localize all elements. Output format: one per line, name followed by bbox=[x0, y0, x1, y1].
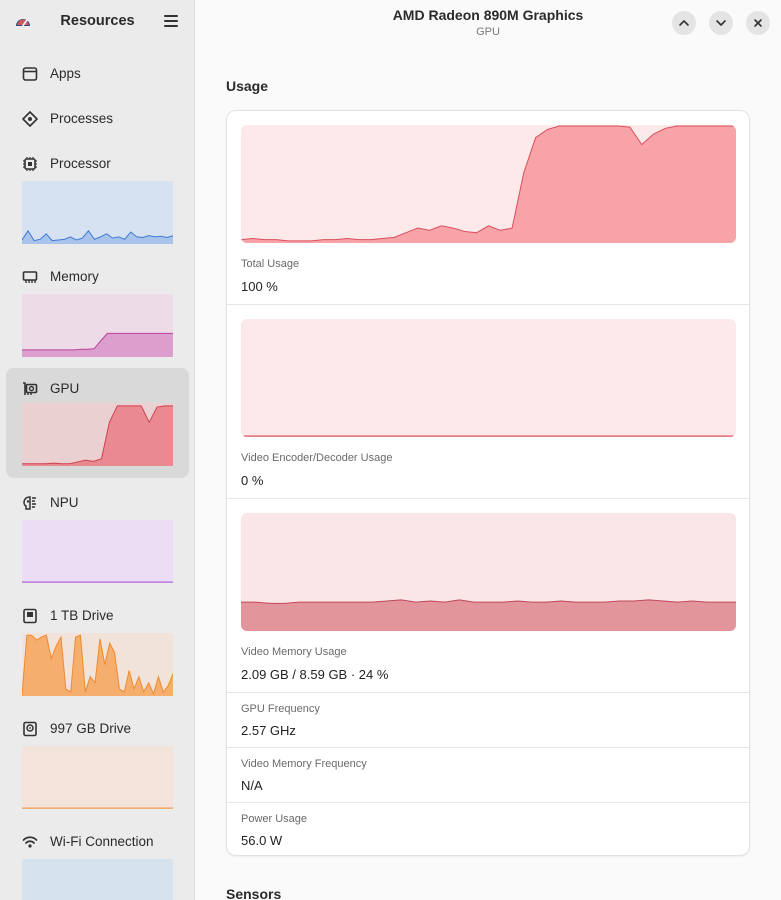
power-usage-label: Power Usage bbox=[241, 813, 308, 825]
sidebar-item-processes[interactable]: Processes bbox=[6, 102, 189, 136]
npu-series-background bbox=[22, 520, 173, 583]
power-usage-value: 56.0 W bbox=[241, 833, 283, 848]
video-memory-series-area bbox=[241, 599, 736, 631]
gpu-frequency-label: GPU Frequency bbox=[241, 703, 320, 715]
usage-section-title: Usage bbox=[226, 78, 269, 94]
total-usage-value: 100 % bbox=[241, 279, 278, 294]
gpu-frequency-row: GPU Frequency 2.57 GHz bbox=[227, 693, 749, 748]
memory-icon bbox=[22, 271, 38, 283]
gpu-frequency-value: 2.57 GHz bbox=[241, 723, 296, 738]
processor-mini-graph bbox=[22, 181, 173, 244]
window-icon bbox=[22, 67, 38, 81]
sidebar-item-memory[interactable]: Memory bbox=[6, 260, 189, 362]
total-usage-graph bbox=[241, 125, 736, 243]
video-memory-label: Video Memory Usage bbox=[241, 646, 347, 658]
sidebar-item-wifi[interactable]: Wi-Fi Connection bbox=[6, 825, 189, 900]
sidebar-item-drive-1tb[interactable]: 1 TB Drive bbox=[6, 599, 189, 701]
sidebar-item-drive-997gb[interactable]: 997 GB Drive bbox=[6, 712, 189, 814]
previous-button[interactable] bbox=[672, 11, 696, 35]
sidebar-item-label: Memory bbox=[50, 269, 99, 284]
gpu-mini-graph bbox=[22, 403, 173, 466]
chevron-down-icon bbox=[716, 20, 726, 26]
drive-icon bbox=[23, 721, 37, 737]
drive-997gb-mini-graph bbox=[22, 746, 173, 809]
drive-997gb-series-background bbox=[22, 746, 173, 809]
power-usage-row: Power Usage 56.0 W bbox=[227, 803, 749, 855]
sidebar-item-processor[interactable]: Processor bbox=[6, 147, 189, 249]
cog-diamond-icon bbox=[22, 111, 38, 127]
close-button[interactable] bbox=[746, 11, 770, 35]
drive-icon bbox=[23, 608, 37, 624]
sidebar-item-gpu[interactable]: GPU bbox=[6, 368, 189, 478]
close-icon bbox=[754, 19, 762, 27]
sidebar-item-label: 1 TB Drive bbox=[50, 608, 114, 623]
total-usage-label: Total Usage bbox=[241, 258, 300, 270]
chevron-up-icon bbox=[679, 20, 689, 26]
wifi-icon bbox=[22, 836, 38, 848]
npu-mini-graph bbox=[22, 520, 173, 583]
video-codec-series-background bbox=[241, 319, 736, 437]
gpu-icon bbox=[23, 382, 38, 395]
total-usage-row: Total Usage 100 % bbox=[227, 111, 749, 305]
video-memory-row: Video Memory Usage 2.09 GB / 8.59 GB · 2… bbox=[227, 499, 749, 693]
usage-card: Total Usage 100 % Video Encoder/Decoder … bbox=[226, 110, 750, 856]
brain-icon bbox=[23, 496, 36, 510]
vram-frequency-value: N/A bbox=[241, 778, 263, 793]
video-codec-label: Video Encoder/Decoder Usage bbox=[241, 452, 393, 464]
chip-icon bbox=[23, 157, 37, 171]
sensors-section-title: Sensors bbox=[226, 886, 282, 900]
video-codec-value: 0 % bbox=[241, 473, 264, 488]
drive-1tb-mini-graph bbox=[22, 633, 173, 696]
hamburger-menu-icon[interactable] bbox=[164, 15, 178, 27]
video-memory-graph bbox=[241, 513, 736, 631]
video-codec-graph bbox=[241, 319, 736, 437]
sidebar-item-label: 997 GB Drive bbox=[50, 721, 132, 736]
sidebar-item-label: Processes bbox=[50, 111, 114, 126]
sidebar-header: Resources bbox=[0, 0, 195, 44]
next-button[interactable] bbox=[709, 11, 733, 35]
sidebar: Resources Apps Processes Processor Memor… bbox=[0, 0, 195, 900]
main-content: AMD Radeon 890M Graphics GPU Usage Total… bbox=[195, 0, 781, 900]
sidebar-item-label: NPU bbox=[50, 495, 79, 510]
sidebar-item-label: Apps bbox=[50, 66, 81, 81]
wifi-mini-graph bbox=[22, 859, 173, 900]
sidebar-item-npu[interactable]: NPU bbox=[6, 486, 189, 588]
sidebar-item-label: GPU bbox=[50, 381, 80, 396]
vram-frequency-label: Video Memory Frequency bbox=[241, 758, 367, 770]
sidebar-item-apps[interactable]: Apps bbox=[6, 57, 189, 91]
memory-mini-graph bbox=[22, 294, 173, 357]
video-memory-value: 2.09 GB / 8.59 GB · 24 % bbox=[241, 667, 389, 682]
video-codec-row: Video Encoder/Decoder Usage 0 % bbox=[227, 305, 749, 499]
vram-frequency-row: Video Memory Frequency N/A bbox=[227, 748, 749, 803]
sidebar-item-label: Wi-Fi Connection bbox=[50, 834, 154, 849]
sidebar-item-label: Processor bbox=[50, 156, 111, 171]
